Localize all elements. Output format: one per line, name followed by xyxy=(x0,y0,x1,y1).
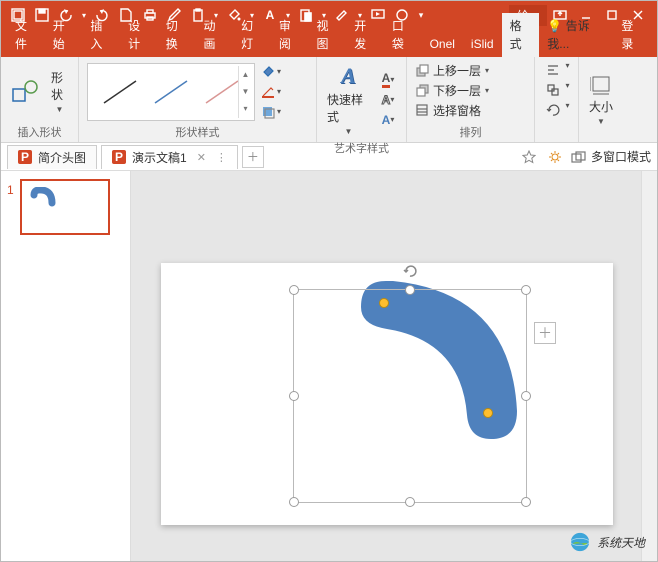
close-tab-icon[interactable]: ✕ xyxy=(197,151,206,164)
shape-button[interactable]: 形状 ▼ xyxy=(49,67,70,116)
shape-style-gallery[interactable]: ▲ ▼ ▾ xyxy=(87,63,255,121)
gallery-down-icon[interactable]: ▼ xyxy=(239,83,252,100)
gallery-more-icon[interactable]: ▾ xyxy=(239,100,252,117)
resize-handle-bm[interactable] xyxy=(405,497,415,507)
group-label-shape-styles: 形状样式 xyxy=(87,122,308,140)
powerpoint-icon: P xyxy=(18,150,32,164)
slide-thumbnail-1[interactable] xyxy=(20,179,110,235)
resize-handle-tr[interactable] xyxy=(521,285,531,295)
tab-insert[interactable]: 插入 xyxy=(82,13,120,57)
svg-text:P: P xyxy=(21,150,29,164)
powerpoint-icon: P xyxy=(112,150,126,164)
style-preset-2[interactable] xyxy=(149,72,193,112)
align-more-icon[interactable]: ▾ xyxy=(565,61,569,79)
shape-effects-button[interactable]: ▾ xyxy=(261,103,281,121)
gear-icon[interactable] xyxy=(545,147,565,167)
shapes-gallery-small[interactable] xyxy=(9,77,43,107)
layout-options-icon[interactable]: ＋ xyxy=(534,322,556,344)
wordart-A-icon: A xyxy=(341,63,356,89)
watermark-text: 系统天地 xyxy=(597,534,645,551)
text-effects-button[interactable]: A▾ xyxy=(378,111,398,129)
multi-window-button[interactable]: 多窗口模式 xyxy=(571,148,651,166)
resize-handle-tm[interactable] xyxy=(405,285,415,295)
size-label: 大小 xyxy=(589,98,613,115)
resize-handle-tl[interactable] xyxy=(289,285,299,295)
rotate-more-icon[interactable]: ▾ xyxy=(565,101,569,119)
tab-file[interactable]: 文件 xyxy=(7,13,45,57)
text-outline-button[interactable]: A▾ xyxy=(378,91,398,109)
slide[interactable]: ＋ xyxy=(161,263,613,525)
tab-developer[interactable]: 开发 xyxy=(346,13,384,57)
watermark: 系统天地 xyxy=(569,531,645,553)
shape-fill-button[interactable]: ▾ xyxy=(261,63,281,81)
tab-design[interactable]: 设计 xyxy=(120,13,158,57)
doc-tab-2[interactable]: P 演示文稿1 ✕ ⋮ xyxy=(101,145,238,169)
tab-format[interactable]: 格式 xyxy=(502,13,540,57)
group-button[interactable] xyxy=(543,81,563,99)
doc-tab-1[interactable]: P 简介头图 xyxy=(7,145,97,169)
bring-forward-button[interactable]: 上移一层 ▾ xyxy=(415,61,526,79)
tell-me-label: 告诉我... xyxy=(547,19,589,51)
quick-style-label: 快速样式 xyxy=(327,91,370,125)
rotate-button[interactable] xyxy=(543,101,563,119)
send-backward-button[interactable]: 下移一层 ▾ xyxy=(415,81,526,99)
shape-outline-button[interactable]: ▾ xyxy=(261,83,281,101)
tab-onekey[interactable]: Onel xyxy=(422,31,463,57)
group-label-insert-shape: 插入形状 xyxy=(9,122,70,140)
group-label-arrange: 排列 xyxy=(415,122,526,140)
chevron-down-icon: ▼ xyxy=(56,105,64,114)
resize-handle-br[interactable] xyxy=(521,497,531,507)
tab-slideshow[interactable]: 幻灯 xyxy=(233,13,271,57)
svg-text:P: P xyxy=(115,150,123,164)
tab-transition[interactable]: 切换 xyxy=(158,13,196,57)
star-icon[interactable] xyxy=(519,147,539,167)
thumb-number: 1 xyxy=(7,179,14,235)
resize-handle-bl[interactable] xyxy=(289,497,299,507)
tab-home[interactable]: 开始 xyxy=(45,13,83,57)
tab-animation[interactable]: 动画 xyxy=(195,13,233,57)
group-label-wordart: 艺术字样式 xyxy=(325,138,398,156)
new-tab-button[interactable]: ＋ xyxy=(242,146,264,168)
doc-tab-1-label: 简介头图 xyxy=(38,149,86,166)
selection-box: ＋ xyxy=(293,289,527,503)
shape-button-label: 形状 xyxy=(51,69,68,103)
group-more-icon[interactable]: ▾ xyxy=(565,81,569,99)
vertical-scrollbar[interactable] xyxy=(641,171,657,561)
chevron-down-icon: ▼ xyxy=(345,127,353,136)
tell-me[interactable]: 💡 告诉我... xyxy=(539,13,613,57)
resize-handle-mr[interactable] xyxy=(521,391,531,401)
globe-icon xyxy=(569,531,591,553)
size-icon xyxy=(590,74,612,96)
rotate-handle[interactable] xyxy=(401,262,419,280)
group-label-arrange-icons xyxy=(543,138,570,140)
selection-pane-button[interactable]: 选择窗格 xyxy=(415,101,526,119)
resize-handle-ml[interactable] xyxy=(289,391,299,401)
quick-style-button[interactable]: A 快速样式 ▼ xyxy=(325,61,372,138)
login-link[interactable]: 登录 xyxy=(613,13,651,57)
tab-menu-icon[interactable]: ⋮ xyxy=(216,151,227,164)
bring-forward-label: 上移一层 xyxy=(433,62,481,79)
multi-window-label: 多窗口模式 xyxy=(591,148,651,165)
group-label-size xyxy=(587,138,619,140)
selection-pane-label: 选择窗格 xyxy=(433,102,481,119)
tab-pocket[interactable]: 口袋 xyxy=(384,13,422,57)
size-button[interactable]: 大小 ▼ xyxy=(587,72,615,128)
tab-view[interactable]: 视图 xyxy=(309,13,347,57)
text-fill-button[interactable]: A▾ xyxy=(378,71,398,89)
tab-review[interactable]: 审阅 xyxy=(271,13,309,57)
chevron-down-icon: ▼ xyxy=(597,117,605,126)
doc-tab-2-label: 演示文稿1 xyxy=(132,149,187,166)
align-button[interactable] xyxy=(543,61,563,79)
tab-islide[interactable]: iSlid xyxy=(463,31,502,57)
style-preset-1[interactable] xyxy=(98,72,142,112)
slide-canvas[interactable]: ＋ 系统天地 xyxy=(131,171,657,561)
slide-thumbnail-panel: 1 xyxy=(1,171,131,561)
gallery-up-icon[interactable]: ▲ xyxy=(239,66,252,83)
send-backward-label: 下移一层 xyxy=(433,82,481,99)
